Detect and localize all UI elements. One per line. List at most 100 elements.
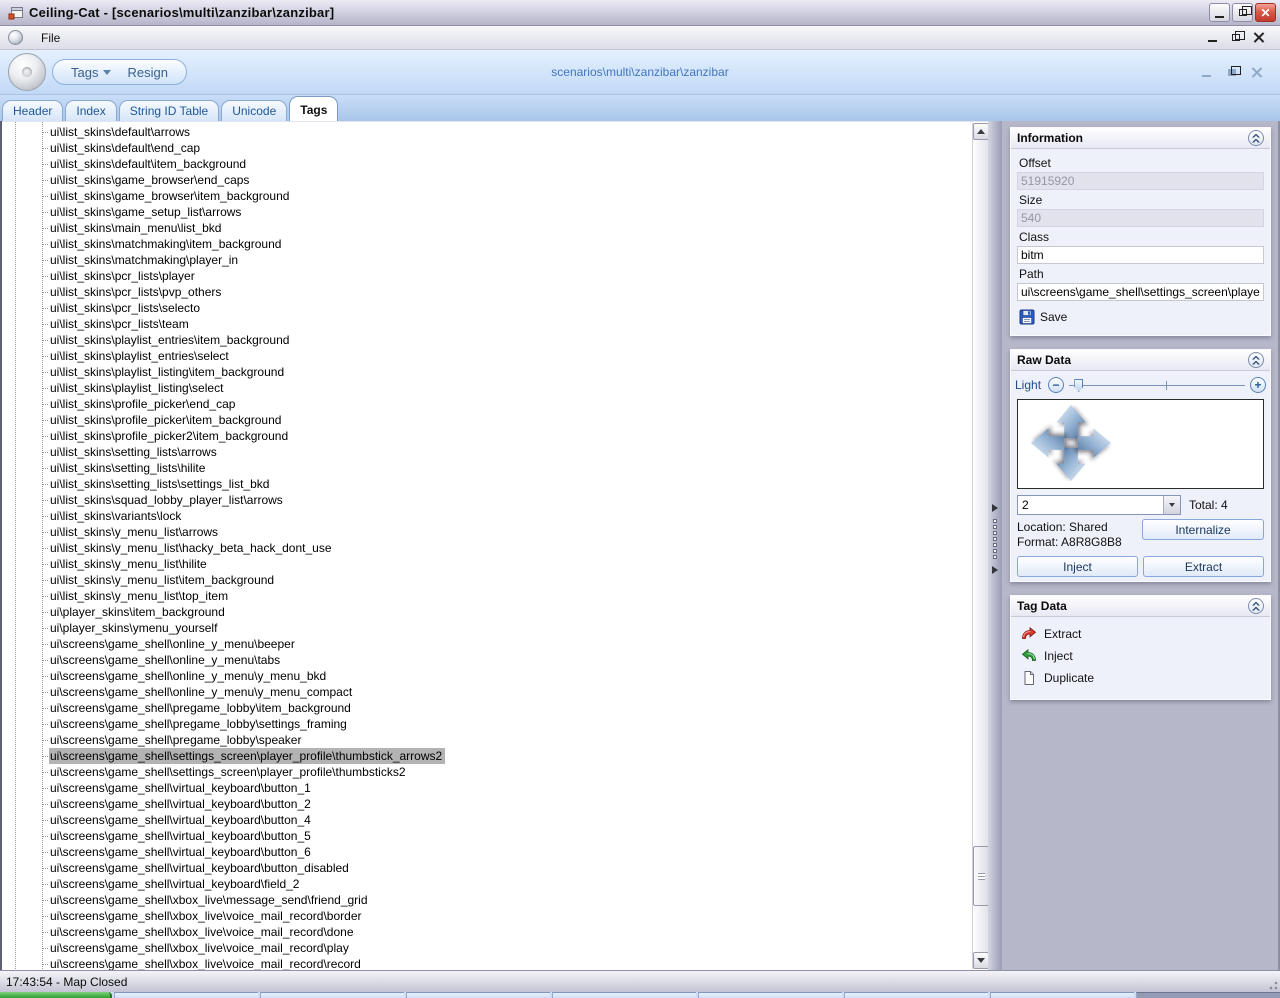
ribbon-close-icon[interactable] [1251, 67, 1264, 78]
tree-item[interactable]: ui\list_skins\setting_lists\arrows [2, 444, 972, 460]
tree-item[interactable]: ui\screens\game_shell\settings_screen\pl… [2, 764, 972, 780]
tree-item[interactable]: ui\list_skins\matchmaking\item_backgroun… [2, 236, 972, 252]
taskbar-button[interactable] [552, 992, 696, 998]
mdi-minimize-icon[interactable] [1207, 32, 1220, 43]
menu-file[interactable]: File [33, 29, 68, 47]
tab-tags[interactable]: Tags [289, 96, 338, 121]
tab-header[interactable]: Header [2, 100, 63, 121]
app-orb-icon[interactable] [8, 53, 46, 91]
tree-item[interactable]: ui\list_skins\y_menu_list\hilite [2, 556, 972, 572]
tree-item[interactable]: ui\screens\game_shell\pregame_lobby\sett… [2, 716, 972, 732]
tree-item[interactable]: ui\list_skins\pcr_lists\pvp_others [2, 284, 972, 300]
tree-item[interactable]: ui\list_skins\setting_lists\hilite [2, 460, 972, 476]
tab-string-id-table[interactable]: String ID Table [119, 100, 220, 121]
resign-button[interactable]: Resign [121, 63, 173, 82]
mdi-close-icon[interactable] [1253, 32, 1266, 43]
tree-item[interactable]: ui\screens\game_shell\virtual_keyboard\b… [2, 812, 972, 828]
tree-item[interactable]: ui\list_skins\playlist_listing\item_back… [2, 364, 972, 380]
bitmap-index-combobox[interactable]: 2 [1017, 495, 1181, 515]
mdi-restore-icon[interactable] [1230, 32, 1243, 43]
tag-inject-button[interactable]: Inject [1021, 645, 1260, 667]
tree-item[interactable]: ui\screens\game_shell\xbox_live\voice_ma… [2, 908, 972, 924]
tree-item[interactable]: ui\screens\game_shell\virtual_keyboard\b… [2, 796, 972, 812]
tree-item[interactable]: ui\player_skins\item_background [2, 604, 972, 620]
tree-item[interactable]: ui\list_skins\pcr_lists\player [2, 268, 972, 284]
tree-item[interactable]: ui\screens\game_shell\xbox_live\voice_ma… [2, 924, 972, 940]
tree-item[interactable]: ui\list_skins\playlist_entries\select [2, 348, 972, 364]
tree-item[interactable]: ui\screens\game_shell\online_y_menu\y_me… [2, 684, 972, 700]
tree-item[interactable]: ui\screens\game_shell\virtual_keyboard\b… [2, 828, 972, 844]
collapse-panel-button[interactable] [1248, 352, 1264, 368]
scroll-thumb[interactable] [973, 846, 988, 906]
tree-item[interactable]: ui\screens\game_shell\xbox_live\message_… [2, 892, 972, 908]
scroll-up-button[interactable] [973, 123, 988, 140]
tree-item[interactable]: ui\screens\game_shell\virtual_keyboard\b… [2, 860, 972, 876]
tree-item[interactable]: ui\screens\game_shell\online_y_menu\beep… [2, 636, 972, 652]
ribbon-restore-icon[interactable] [1226, 67, 1239, 78]
tree-item[interactable]: ui\screens\game_shell\settings_screen\pl… [2, 748, 972, 764]
tree-item[interactable]: ui\list_skins\squad_lobby_player_list\ar… [2, 492, 972, 508]
tree-item[interactable]: ui\list_skins\profile_picker\item_backgr… [2, 412, 972, 428]
tree-item[interactable]: ui\list_skins\default\arrows [2, 124, 972, 140]
raw-extract-button[interactable]: Extract [1143, 556, 1264, 577]
tags-menu-button[interactable]: Tags [65, 63, 117, 82]
tree-item[interactable]: ui\list_skins\default\item_background [2, 156, 972, 172]
tree-item[interactable]: ui\list_skins\y_menu_list\top_item [2, 588, 972, 604]
taskbar-button[interactable] [260, 992, 404, 998]
tree-scrollbar[interactable] [972, 123, 988, 969]
tree-item[interactable]: ui\screens\game_shell\virtual_keyboard\b… [2, 844, 972, 860]
ribbon-minimize-icon[interactable] [1201, 67, 1214, 78]
taskbar-button[interactable] [406, 992, 550, 998]
tree-item[interactable]: ui\list_skins\default\end_cap [2, 140, 972, 156]
tree-item[interactable]: ui\list_skins\game_setup_list\arrows [2, 204, 972, 220]
tree-item[interactable]: ui\list_skins\y_menu_list\item_backgroun… [2, 572, 972, 588]
tree-item[interactable]: ui\list_skins\y_menu_list\hacky_beta_hac… [2, 540, 972, 556]
taskbar-button[interactable] [114, 992, 258, 998]
close-button[interactable]: ✕ [1255, 3, 1276, 22]
tree-item[interactable]: ui\list_skins\playlist_listing\select [2, 380, 972, 396]
tree-item[interactable]: ui\list_skins\profile_picker2\item_backg… [2, 428, 972, 444]
tab-index[interactable]: Index [65, 100, 116, 121]
light-slider[interactable] [1069, 377, 1245, 393]
tree-item[interactable]: ui\screens\game_shell\virtual_keyboard\b… [2, 780, 972, 796]
combobox-dropdown-button[interactable] [1163, 496, 1180, 514]
tree-item[interactable]: ui\list_skins\playlist_entries\item_back… [2, 332, 972, 348]
raw-inject-button[interactable]: Inject [1017, 556, 1138, 577]
start-button[interactable] [0, 992, 112, 998]
splitter[interactable] [988, 121, 1002, 970]
save-button[interactable]: Save [1019, 309, 1262, 325]
restore-button[interactable] [1232, 3, 1253, 22]
internalize-button[interactable]: Internalize [1142, 519, 1264, 540]
zoom-out-button[interactable]: − [1048, 377, 1064, 393]
scroll-down-button[interactable] [973, 952, 988, 969]
tag-duplicate-button[interactable]: Duplicate [1021, 667, 1260, 689]
splitter-collapse-handle[interactable] [990, 504, 999, 574]
tree-item[interactable]: ui\player_skins\ymenu_yourself [2, 620, 972, 636]
tree-item[interactable]: ui\list_skins\profile_picker\end_cap [2, 396, 972, 412]
taskbar-button[interactable] [990, 992, 1134, 998]
tree-item[interactable]: ui\screens\game_shell\xbox_live\voice_ma… [2, 956, 972, 970]
taskbar-button[interactable] [1136, 992, 1280, 998]
tree-item[interactable]: ui\list_skins\setting_lists\settings_lis… [2, 476, 972, 492]
taskbar-button[interactable] [844, 992, 988, 998]
tab-unicode[interactable]: Unicode [221, 100, 287, 121]
taskbar-button[interactable] [698, 992, 842, 998]
tree-item[interactable]: ui\screens\game_shell\pregame_lobby\item… [2, 700, 972, 716]
path-field[interactable] [1017, 283, 1264, 301]
tree-item[interactable]: ui\screens\game_shell\virtual_keyboard\f… [2, 876, 972, 892]
collapse-panel-button[interactable] [1248, 130, 1264, 146]
zoom-in-button[interactable]: + [1250, 377, 1266, 393]
tree-item[interactable]: ui\screens\game_shell\pregame_lobby\spea… [2, 732, 972, 748]
tree-item[interactable]: ui\screens\game_shell\online_y_menu\y_me… [2, 668, 972, 684]
tree-item[interactable]: ui\list_skins\game_browser\end_caps [2, 172, 972, 188]
tree-item[interactable]: ui\list_skins\variants\lock [2, 508, 972, 524]
tag-extract-button[interactable]: Extract [1021, 623, 1260, 645]
tree-item[interactable]: ui\list_skins\y_menu_list\arrows [2, 524, 972, 540]
resize-grip[interactable] [1266, 978, 1278, 990]
slider-thumb[interactable] [1074, 379, 1083, 392]
tree-item[interactable]: ui\list_skins\pcr_lists\selecto [2, 300, 972, 316]
minimize-button[interactable] [1209, 3, 1230, 22]
tree-item[interactable]: ui\list_skins\matchmaking\player_in [2, 252, 972, 268]
tree-item[interactable]: ui\list_skins\game_browser\item_backgrou… [2, 188, 972, 204]
tree-item[interactable]: ui\list_skins\main_menu\list_bkd [2, 220, 972, 236]
